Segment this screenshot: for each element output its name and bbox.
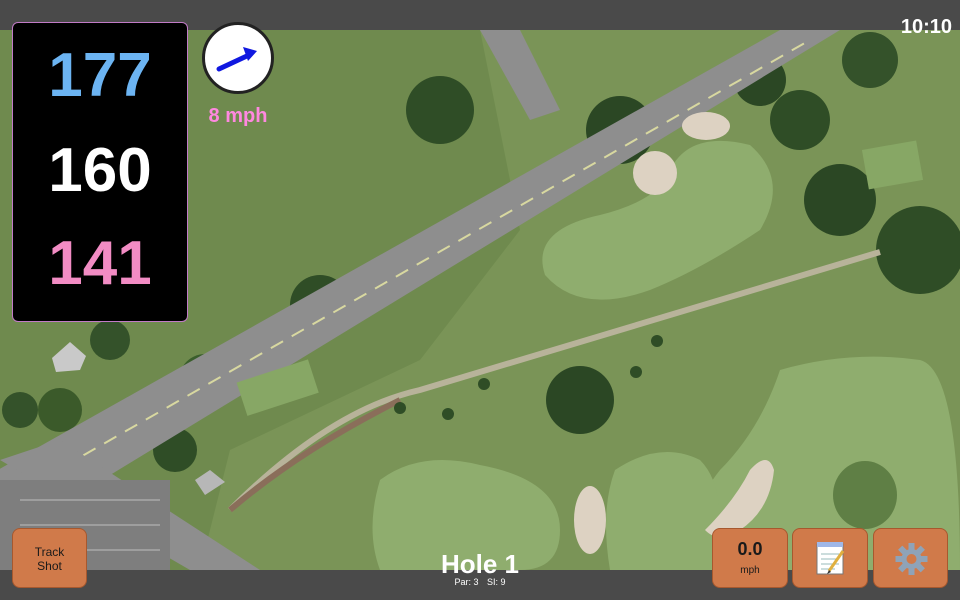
- wind-speed-label: 8 mph: [208, 105, 268, 127]
- hole-title: Hole 1: [440, 549, 520, 579]
- arrow-northeast-icon: [216, 47, 257, 72]
- notepad-icon: [816, 542, 845, 575]
- wind-direction-indicator: [202, 22, 274, 94]
- speed-button[interactable]: 0.0 mph: [712, 528, 788, 588]
- yardage-front: 141: [48, 229, 152, 298]
- speed-value: 0.0: [737, 539, 763, 559]
- yardage-panel[interactable]: 177 160 141: [12, 22, 188, 322]
- track-shot-label-line1: Track: [34, 545, 65, 559]
- notes-button[interactable]: [792, 528, 868, 588]
- yardage-back: 177: [48, 41, 152, 110]
- hole-par: Par: 3: [454, 577, 479, 587]
- clock: 10:10: [900, 16, 952, 38]
- track-shot-label-line2: Shot: [37, 559, 62, 573]
- hole-stroke-index: SI: 9: [487, 577, 506, 587]
- yardage-middle: 160: [48, 136, 152, 205]
- settings-button[interactable]: [873, 528, 948, 588]
- track-shot-button[interactable]: Track Shot: [12, 528, 87, 588]
- hole-info: Par: 3 SI: 9: [380, 577, 580, 588]
- gear-icon: [895, 543, 928, 575]
- speed-unit: mph: [740, 565, 760, 576]
